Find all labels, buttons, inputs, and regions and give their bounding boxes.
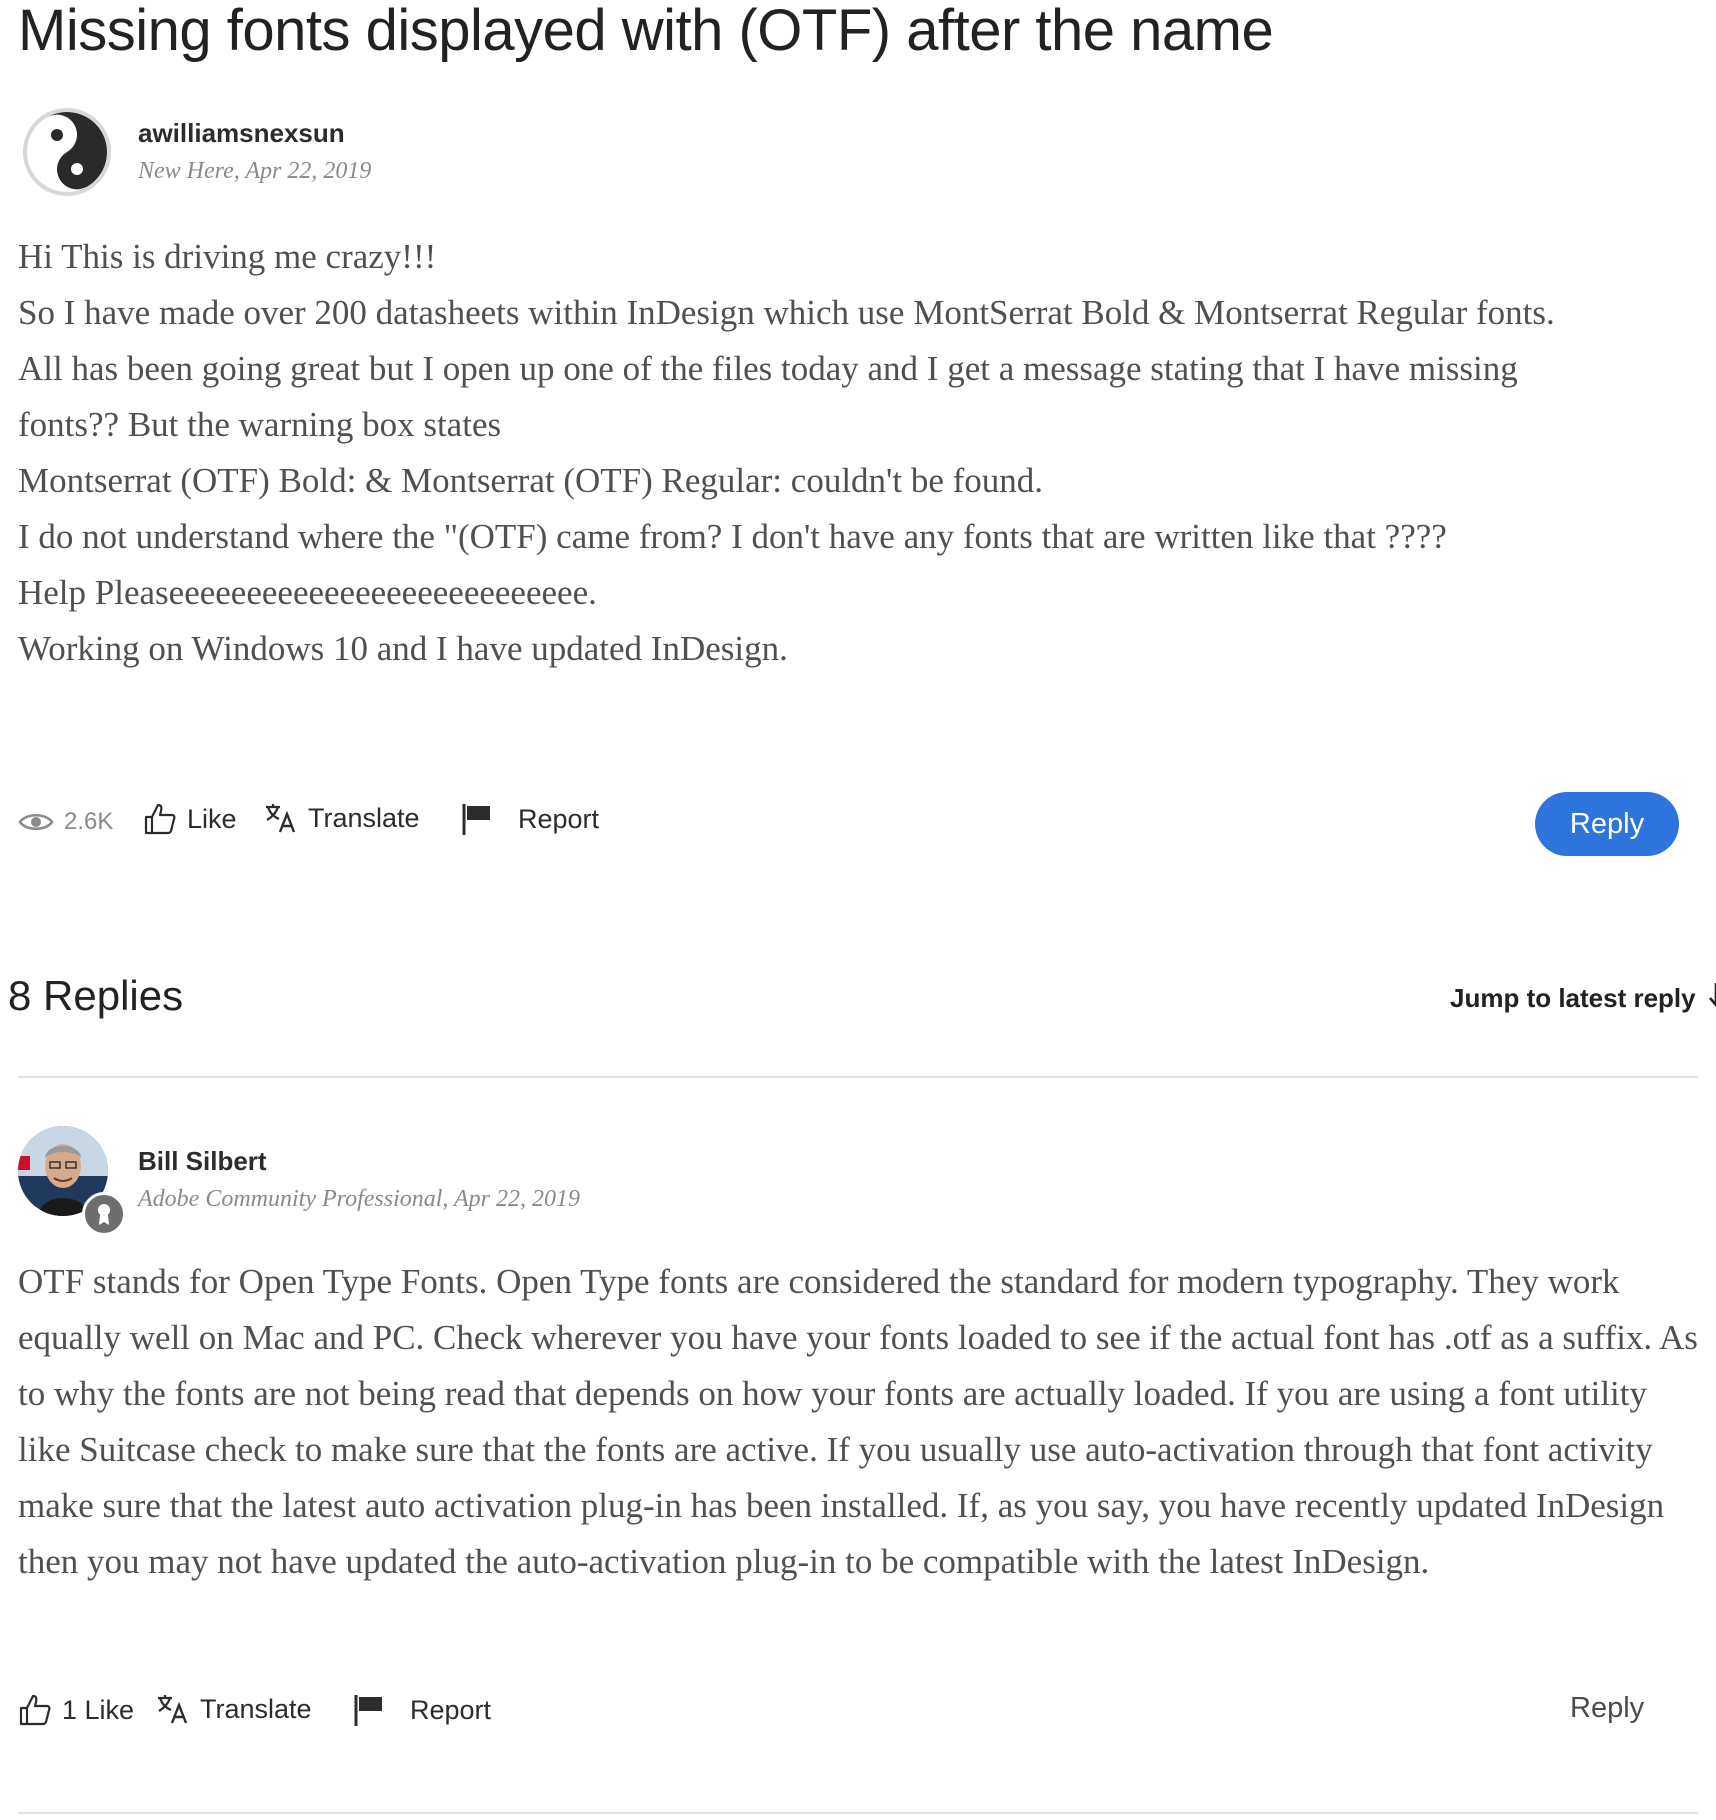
post-author-rank: New Here (138, 158, 234, 184)
translate-icon (264, 802, 298, 834)
translate-icon (156, 1693, 190, 1725)
thumbs-up-icon (18, 1693, 52, 1727)
reply-author-meta: Adobe Community Professional, Apr 22, 20… (138, 1186, 580, 1212)
reply-text: OTF stands for Open Type Fonts. Open Typ… (18, 1262, 1698, 1581)
post-author-meta: New Here, Apr 22, 2019 (138, 158, 372, 184)
post-line: fonts?? But the warning box states (18, 405, 502, 444)
like-label: Like (187, 803, 237, 834)
reply-reply-link[interactable]: Reply (1570, 1692, 1644, 1725)
reply-author-rank: Adobe Community Professional (138, 1186, 443, 1212)
reply-translate-button[interactable]: Translate (156, 1693, 312, 1725)
reply-button[interactable]: Reply (1535, 792, 1679, 856)
flag-icon (352, 1693, 386, 1727)
post-line: So I have made over 200 datasheets withi… (18, 293, 1555, 332)
translate-label: Translate (308, 802, 420, 833)
reply-date: Apr 22, 2019 (454, 1186, 580, 1212)
post-date: Apr 22, 2019 (245, 158, 372, 184)
post-author-name[interactable]: awilliamsnexsun (138, 118, 345, 149)
jump-label: Jump to latest reply (1450, 983, 1696, 1013)
like-button[interactable]: Like (143, 802, 237, 836)
divider (18, 1812, 1698, 1814)
eye-icon (18, 810, 54, 834)
yin-yang-avatar-image (23, 108, 111, 196)
reply-report-label: Report (410, 1694, 492, 1725)
reply-like-label: 1 Like (62, 1694, 135, 1725)
reply-translate-label: Translate (200, 1693, 312, 1724)
view-count-value: 2.6K (64, 808, 114, 835)
post-line: Montserrat (OTF) Bold: & Montserrat (OTF… (18, 461, 1044, 500)
view-count: 2.6K (18, 808, 113, 836)
reply-author-name[interactable]: Bill Silbert (138, 1146, 267, 1177)
divider (18, 1076, 1698, 1078)
report-button[interactable]: Report (460, 802, 599, 836)
thumbs-up-icon (143, 802, 177, 836)
report-label: Report (518, 803, 600, 834)
translate-button[interactable]: Translate (264, 802, 420, 834)
jump-to-latest-reply-link[interactable]: Jump to latest reply (1450, 982, 1716, 1015)
post-line: Hi This is driving me crazy!!! (18, 237, 437, 276)
reply-like-button[interactable]: 1 Like (18, 1693, 134, 1727)
post-line: Working on Windows 10 and I have updated… (18, 629, 788, 668)
award-badge-icon (82, 1192, 126, 1236)
post-line: Help Pleaseeeeeeeeeeeeeeeeeeeeeeeeeee. (18, 573, 597, 612)
post-line: All has been going great but I open up o… (18, 349, 1518, 388)
post-line: I do not understand where the "(OTF) cam… (18, 517, 1447, 556)
replies-heading: 8 Replies (8, 972, 184, 1019)
reply-body: OTF stands for Open Type Fonts. Open Typ… (18, 1254, 1708, 1590)
page-title: Missing fonts displayed with (OTF) after… (18, 0, 1274, 63)
reply-report-button[interactable]: Report (352, 1693, 491, 1727)
arrow-down-icon (1708, 982, 1716, 1015)
post-body: Hi This is driving me crazy!!! So I have… (18, 229, 1555, 677)
flag-icon (460, 802, 494, 836)
avatar[interactable] (22, 107, 112, 197)
